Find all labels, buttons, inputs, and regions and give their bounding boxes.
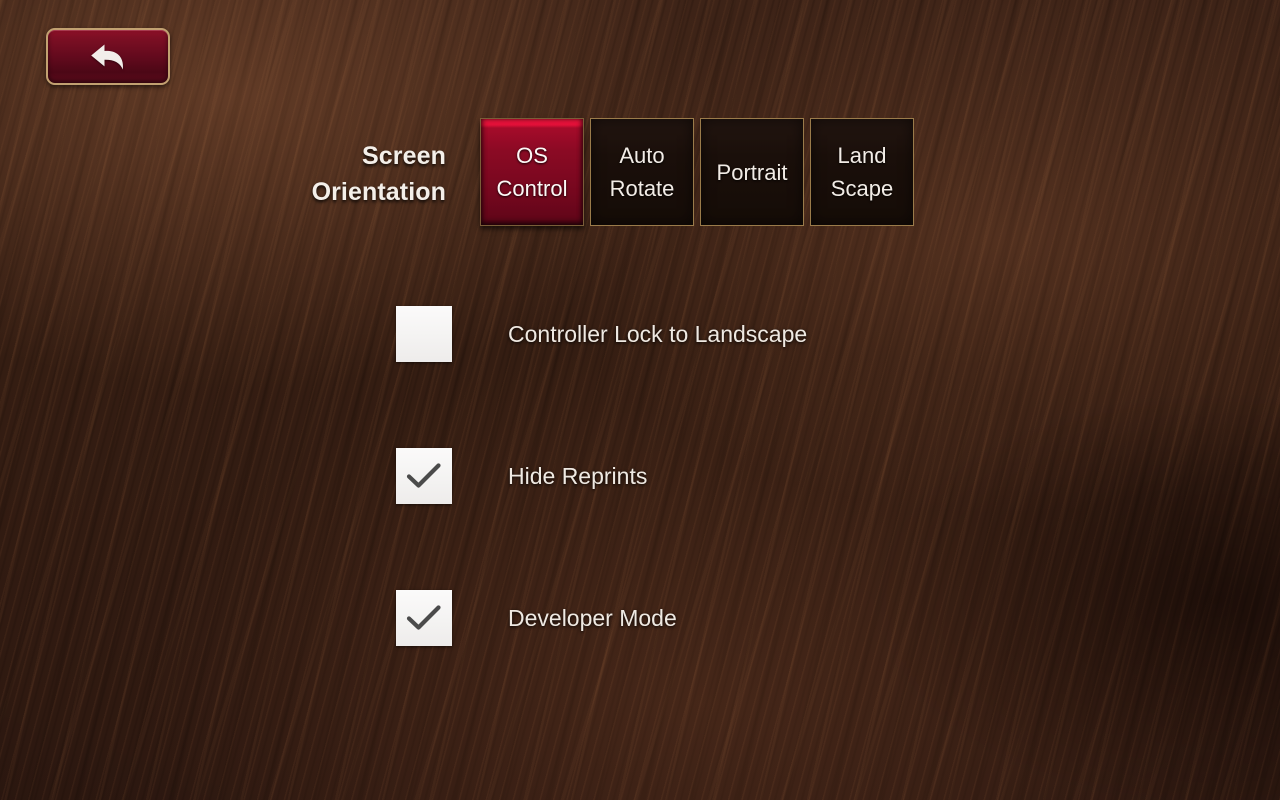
- checkbox-hide-reprints[interactable]: [396, 448, 452, 504]
- orientation-option-auto-rotate[interactable]: Auto Rotate: [590, 118, 694, 226]
- checkbox-developer-mode[interactable]: [396, 590, 452, 646]
- screen-orientation-label: Screen Orientation: [311, 142, 446, 206]
- back-arrow-icon: [86, 40, 130, 74]
- setting-row-hide-reprints: Hide Reprints: [0, 448, 1280, 504]
- orientation-option-group: OS Control Auto Rotate Portrait Land Sca…: [480, 118, 914, 226]
- setting-label-controller-lock: Controller Lock to Landscape: [508, 321, 808, 347]
- setting-row-developer-mode: Developer Mode: [0, 590, 1280, 646]
- orientation-option-os-control[interactable]: OS Control: [480, 118, 584, 226]
- orientation-option-portrait[interactable]: Portrait: [700, 118, 804, 226]
- setting-label-hide-reprints: Hide Reprints: [508, 463, 648, 489]
- checkmark-icon: [405, 461, 443, 491]
- setting-label-developer-mode: Developer Mode: [508, 605, 677, 631]
- settings-screen: Screen Orientation OS Control Auto Rotat…: [0, 0, 1280, 800]
- screen-orientation-setting: Screen Orientation OS Control Auto Rotat…: [0, 118, 1280, 228]
- orientation-option-landscape[interactable]: Land Scape: [810, 118, 914, 226]
- checkmark-icon: [405, 603, 443, 633]
- back-button[interactable]: [46, 28, 170, 85]
- checkbox-controller-lock[interactable]: [396, 306, 452, 362]
- setting-row-controller-lock: Controller Lock to Landscape: [0, 306, 1280, 362]
